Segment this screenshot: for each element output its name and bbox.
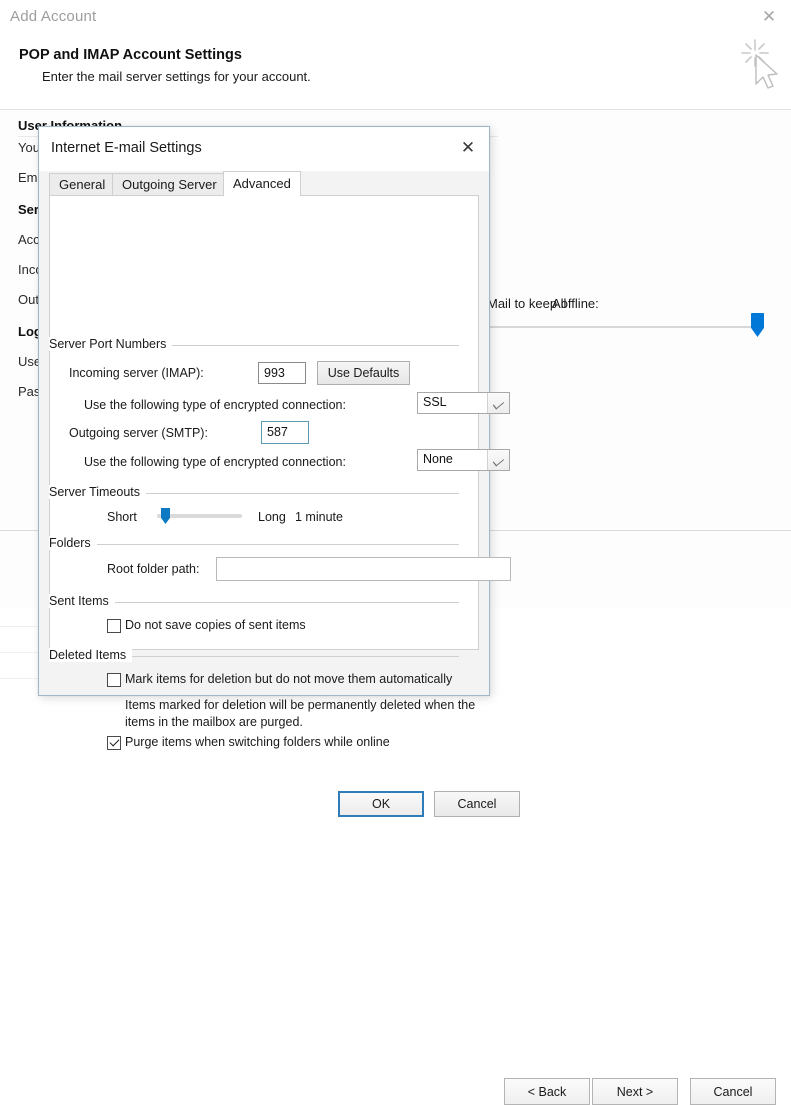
tab-general[interactable]: General bbox=[49, 173, 115, 195]
outgoing-encryption-value: None bbox=[423, 452, 453, 466]
group-caption-server-timeouts: Server Timeouts bbox=[49, 485, 146, 499]
ok-button[interactable]: OK bbox=[338, 791, 424, 817]
outgoing-port-input[interactable]: 587 bbox=[261, 421, 309, 444]
cancel-button[interactable]: Cancel bbox=[690, 1078, 776, 1105]
deleted-items-hint-line-1: Items marked for deletion will be perman… bbox=[125, 697, 475, 714]
close-icon[interactable]: ✕ bbox=[455, 136, 481, 160]
label-mail-to-keep-offline: Mail to keep offline: bbox=[487, 296, 599, 311]
internet-email-settings-dialog: Internet E-mail Settings ✕ General Outgo… bbox=[38, 126, 490, 696]
divider bbox=[49, 544, 459, 545]
wizard-titlebar: Add Account ✕ bbox=[0, 0, 791, 34]
chevron-down-icon[interactable] bbox=[487, 450, 509, 470]
next-button[interactable]: Next > bbox=[592, 1078, 678, 1105]
label-mark-items-for-deletion: Mark items for deletion but do not move … bbox=[125, 672, 452, 686]
label-outgoing-server: Outgoing server (SMTP): bbox=[69, 426, 208, 440]
label-incoming-server: Incoming server (IMAP): bbox=[69, 366, 204, 380]
chevron-down-icon[interactable] bbox=[487, 393, 509, 413]
offline-mail-slider-track[interactable] bbox=[487, 326, 757, 328]
group-caption-sent-items: Sent Items bbox=[49, 594, 115, 608]
page-title: POP and IMAP Account Settings bbox=[19, 47, 242, 63]
use-defaults-button[interactable]: Use Defaults bbox=[317, 361, 410, 385]
label-do-not-save-sent-items: Do not save copies of sent items bbox=[125, 618, 306, 632]
deleted-items-hint-line-2: items in the mailbox are purged. bbox=[125, 714, 303, 731]
dialog-cancel-button[interactable]: Cancel bbox=[434, 791, 520, 817]
label-root-folder-path: Root folder path: bbox=[107, 562, 199, 576]
outgoing-encryption-select[interactable]: None bbox=[417, 449, 510, 471]
group-caption-folders: Folders bbox=[49, 536, 97, 550]
tab-advanced[interactable]: Advanced bbox=[223, 171, 301, 196]
offline-mail-slider-thumb[interactable] bbox=[751, 313, 764, 337]
page-subtitle: Enter the mail server settings for your … bbox=[42, 69, 311, 84]
back-button[interactable]: < Back bbox=[504, 1078, 590, 1105]
purge-items-checkbox[interactable] bbox=[107, 736, 121, 750]
incoming-port-input[interactable]: 993 bbox=[258, 362, 306, 384]
label-outgoing-encryption: Use the following type of encrypted conn… bbox=[84, 455, 346, 469]
mail-to-keep-offline-value: All bbox=[552, 296, 566, 311]
wizard-window-title: Add Account bbox=[10, 8, 96, 25]
label-timeout-short: Short bbox=[107, 510, 137, 524]
close-icon[interactable]: ✕ bbox=[757, 6, 781, 28]
server-timeout-value: 1 minute bbox=[295, 510, 343, 524]
label-incoming-encryption: Use the following type of encrypted conn… bbox=[84, 398, 346, 412]
root-folder-path-input[interactable] bbox=[216, 557, 511, 581]
label-timeout-long: Long bbox=[258, 510, 286, 524]
dialog-tabstrip: General Outgoing Server Advanced bbox=[49, 171, 479, 195]
wizard-header: POP and IMAP Account Settings Enter the … bbox=[0, 34, 791, 110]
incoming-encryption-select[interactable]: SSL bbox=[417, 392, 510, 414]
group-caption-deleted-items: Deleted Items bbox=[49, 648, 132, 662]
label-purge-items: Purge items when switching folders while… bbox=[125, 735, 390, 749]
incoming-encryption-value: SSL bbox=[423, 395, 447, 409]
dialog-title: Internet E-mail Settings bbox=[51, 140, 202, 156]
mark-items-for-deletion-checkbox[interactable] bbox=[107, 673, 121, 687]
group-caption-server-port-numbers: Server Port Numbers bbox=[49, 337, 172, 351]
dialog-titlebar: Internet E-mail Settings ✕ bbox=[39, 127, 489, 171]
tab-outgoing-server[interactable]: Outgoing Server bbox=[112, 173, 227, 195]
do-not-save-sent-items-checkbox[interactable] bbox=[107, 619, 121, 633]
